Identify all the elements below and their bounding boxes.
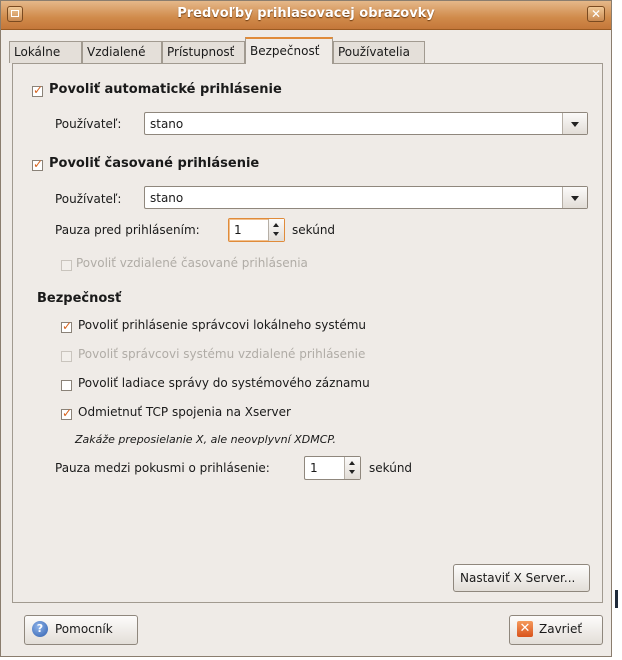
tab-remote[interactable]: Vzdialené	[82, 41, 162, 63]
window-close-button[interactable]: ✕	[587, 6, 605, 22]
tab-security[interactable]: Bezpečnosť	[245, 37, 333, 64]
security-panel: Povoliť automatické prihlásenie Používat…	[12, 63, 603, 603]
security-item-root-local-checkbox[interactable]	[61, 319, 72, 333]
retry-pause-value: 1	[310, 461, 318, 475]
security-item-debug-label[interactable]: Povoliť ladiace správy do systémového zá…	[78, 376, 370, 390]
tab-local[interactable]: Lokálne	[9, 41, 82, 63]
spin-arrows-icon[interactable]	[344, 457, 360, 479]
auto-login-user-combo[interactable]: stano	[144, 112, 588, 135]
help-button-label: Pomocník	[55, 622, 113, 636]
tab-users[interactable]: Používatelia	[333, 41, 425, 63]
tab-accessibility[interactable]: Prístupnosť	[162, 41, 245, 63]
timed-login-user-value: stano	[150, 191, 184, 205]
chevron-down-icon[interactable]	[562, 113, 587, 134]
preferences-window: Predvoľby prihlasovacej obrazovky ✕ Loká…	[0, 0, 612, 657]
timed-login-heading[interactable]: Povoliť časované prihlásenie	[49, 156, 259, 171]
auto-login-checkbox[interactable]	[32, 83, 43, 97]
auto-login-user-label: Používateľ:	[55, 117, 122, 131]
security-note: Zakáže preposielanie X, ale neovplyvní X…	[75, 433, 336, 446]
close-icon: ✕	[517, 621, 533, 637]
configure-xserver-button[interactable]: Nastaviť X Server...	[453, 564, 590, 592]
desktop-edge	[615, 590, 618, 608]
security-item-tcp-checkbox[interactable]	[61, 406, 72, 420]
configure-xserver-label: Nastaviť X Server...	[460, 571, 576, 585]
window-title: Predvoľby prihlasovacej obrazovky	[177, 6, 435, 21]
spin-arrows-icon[interactable]	[268, 219, 284, 241]
timed-login-pause-label: Pauza pred prihlásením:	[55, 223, 200, 237]
timed-login-user-label: Používateľ:	[55, 192, 122, 206]
retry-pause-label: Pauza medzi pokusmi o prihlásenie:	[55, 461, 270, 475]
security-heading: Bezpečnosť	[37, 291, 122, 306]
auto-login-user-value: stano	[150, 117, 184, 131]
timed-login-pause-value: 1	[234, 223, 242, 237]
timed-login-pause-unit: sekúnd	[292, 223, 336, 237]
timed-login-pause-spin[interactable]: 1	[228, 218, 285, 242]
timed-remote-label: Povoliť vzdialené časované prihlásenia	[76, 256, 308, 270]
security-item-root-remote-checkbox	[61, 351, 72, 362]
chevron-down-icon[interactable]	[562, 187, 587, 208]
security-item-tcp-label[interactable]: Odmietnuť TCP spojenia na Xserver	[78, 405, 291, 419]
security-item-root-remote-label: Povoliť správcovi systému vzdialené prih…	[78, 347, 366, 361]
title-bar[interactable]: Predvoľby prihlasovacej obrazovky ✕	[1, 1, 611, 30]
close-button-label: Zavrieť	[539, 622, 583, 636]
help-icon: ?	[32, 621, 48, 637]
timed-remote-checkbox	[61, 260, 72, 271]
retry-pause-spin[interactable]: 1	[304, 456, 361, 480]
retry-pause-unit: sekúnd	[369, 461, 413, 475]
timed-login-user-combo[interactable]: stano	[144, 186, 588, 209]
close-button[interactable]: ✕ Zavrieť	[509, 615, 603, 645]
auto-login-heading[interactable]: Povoliť automatické prihlásenie	[49, 82, 282, 97]
timed-login-checkbox[interactable]	[32, 157, 43, 171]
security-item-root-local-label[interactable]: Povoliť prihlásenie správcovi lokálneho …	[78, 318, 366, 332]
help-button[interactable]: ? Pomocník	[24, 615, 138, 645]
security-item-debug-checkbox[interactable]	[61, 380, 72, 391]
